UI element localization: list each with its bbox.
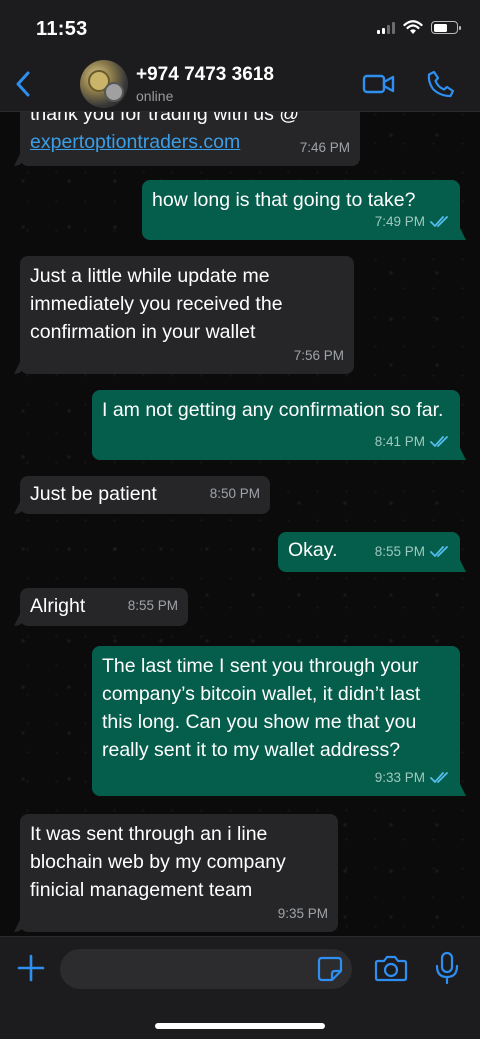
message-time: 9:33 PM — [374, 770, 425, 785]
back-button[interactable] — [8, 68, 38, 100]
plus-icon[interactable] — [14, 951, 48, 985]
composer-bar — [0, 936, 480, 1039]
contact-name[interactable]: +974 7473 3618 — [136, 64, 274, 86]
message-list[interactable]: thank you for trading with us @ expertop… — [0, 112, 480, 936]
message-time: 7:56 PM — [293, 348, 344, 363]
message-meta: 7:46 PM — [300, 134, 350, 162]
cellular-signal-icon — [377, 21, 395, 34]
message-text: Just a little while update me immediatel… — [30, 265, 283, 343]
double-check-icon — [430, 436, 448, 448]
camera-icon[interactable] — [374, 953, 408, 983]
message-time: 7:46 PM — [299, 140, 350, 155]
message-incoming[interactable]: Alright 8:55 PM — [20, 588, 188, 626]
contact-avatar[interactable] — [80, 60, 128, 108]
status-icons — [377, 20, 461, 35]
double-check-icon — [430, 216, 448, 228]
message-input[interactable] — [60, 949, 352, 989]
microphone-icon[interactable] — [434, 951, 460, 985]
message-outgoing[interactable]: how long is that going to take? 7:49 PM — [142, 180, 460, 240]
chevron-left-icon — [16, 71, 30, 97]
battery-icon — [431, 21, 461, 34]
message-meta: 8:50 PM — [210, 480, 260, 508]
message-time: 8:50 PM — [209, 486, 260, 501]
message-meta: 8:41 PM — [375, 428, 450, 456]
sticker-icon[interactable] — [316, 955, 344, 983]
message-meta: 7:49 PM — [375, 208, 450, 236]
message-outgoing[interactable]: I am not getting any confirmation so far… — [92, 390, 460, 460]
message-time: 8:41 PM — [374, 434, 425, 449]
phone-icon[interactable] — [426, 69, 456, 99]
chat-header: +974 7473 3618 online — [0, 56, 480, 112]
video-call-icon[interactable] — [362, 70, 396, 98]
message-time: 7:49 PM — [374, 214, 425, 229]
message-meta: 8:55 PM — [375, 538, 450, 566]
status-bar: 11:53 — [0, 0, 480, 56]
message-meta: 8:55 PM — [128, 592, 178, 620]
message-text: It was sent through an i line blochain w… — [30, 823, 286, 901]
wifi-icon — [403, 20, 423, 34]
message-incoming[interactable]: It was sent through an i line blochain w… — [20, 814, 338, 932]
message-text: The last time I sent you through your co… — [102, 655, 421, 761]
double-check-icon — [430, 772, 448, 784]
message-incoming[interactable]: thank you for trading with us @ expertop… — [20, 112, 360, 166]
message-meta: 9:35 PM — [278, 900, 328, 928]
message-outgoing[interactable]: The last time I sent you through your co… — [92, 646, 460, 796]
message-incoming[interactable]: Just a little while update me immediatel… — [20, 256, 354, 374]
message-text: thank you for trading with us @ — [30, 112, 300, 125]
message-time: 9:35 PM — [277, 906, 328, 921]
status-time: 11:53 — [36, 18, 88, 40]
double-check-icon — [430, 546, 448, 558]
home-indicator — [155, 1023, 325, 1029]
contact-status: online — [136, 88, 174, 104]
message-meta: 9:33 PM — [375, 764, 450, 792]
message-time: 8:55 PM — [127, 598, 178, 613]
message-time: 8:55 PM — [374, 544, 425, 559]
message-incoming[interactable]: Just be patient 8:50 PM — [20, 476, 270, 514]
message-outgoing[interactable]: Okay. 8:55 PM — [278, 532, 460, 572]
message-link[interactable]: expertoptiontraders.com — [30, 131, 240, 153]
message-text: I am not getting any confirmation so far… — [102, 399, 444, 421]
message-meta: 7:56 PM — [294, 342, 344, 370]
